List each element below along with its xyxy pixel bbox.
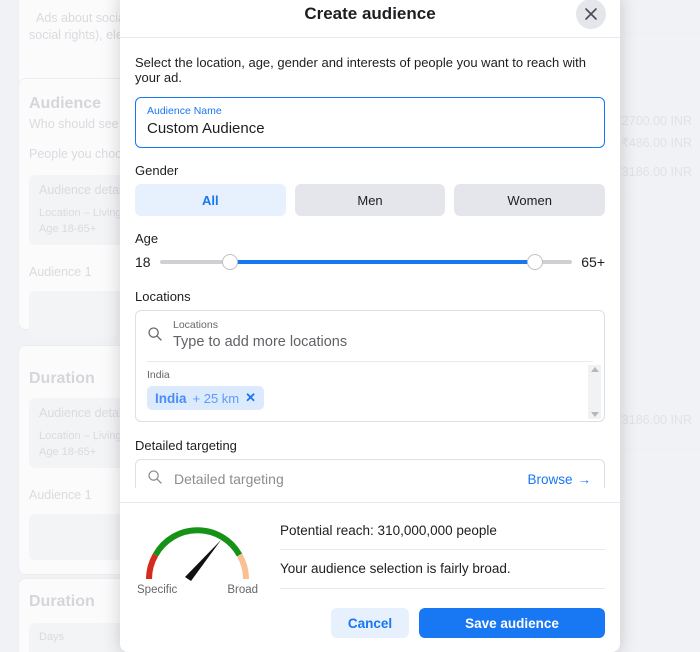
close-icon[interactable]	[576, 0, 606, 29]
gauge-scale-labels: Specific Broad	[135, 584, 260, 596]
bg-duration-details-age: Age 18-65+	[39, 446, 97, 458]
create-audience-dialog: Create audience Select the location, age…	[120, 0, 620, 652]
locations-section-label: Locations	[135, 289, 191, 304]
age-range-control: 18 65+	[135, 252, 605, 272]
slider-handle-max[interactable]	[527, 254, 544, 270]
cancel-button[interactable]: Cancel	[331, 608, 409, 638]
bg-duration-audience-name: Audience 1	[29, 488, 92, 502]
locations-chip-area: India India + 25 km ✕	[136, 362, 604, 421]
audience-name-field[interactable]: Audience Name Custom Audience	[135, 97, 605, 148]
audience-assessment-text: Your audience selection is fairly broad.	[280, 550, 605, 589]
bg-duration-details-location: Location – Living i	[39, 430, 128, 442]
location-chip-name: India	[155, 390, 187, 406]
scroll-down-icon[interactable]	[590, 412, 599, 417]
potential-reach-text: Potential reach: 310,000,000 people	[280, 523, 605, 550]
dialog-body: Select the location, age, gender and int…	[120, 38, 620, 488]
potential-reach-panel: Specific Broad Potential reach: 310,000,…	[120, 502, 620, 596]
locations-input-label: Locations	[173, 319, 218, 331]
page-title: Create audience	[304, 3, 436, 23]
bg-audience-details-age: Age 18-65+	[39, 223, 97, 235]
gauge-label-broad: Broad	[227, 584, 258, 596]
save-audience-button[interactable]: Save audience	[419, 608, 605, 638]
gender-option-women[interactable]: Women	[454, 184, 606, 216]
locations-search-row[interactable]: Locations Type to add more locations	[136, 311, 604, 361]
locations-box: Locations Type to add more locations Ind…	[135, 310, 605, 422]
gender-option-men[interactable]: Men	[294, 184, 446, 216]
locations-input[interactable]: Type to add more locations	[173, 332, 593, 352]
dialog-header: Create audience	[120, 0, 620, 38]
bg-duration-title-2: Duration	[29, 593, 95, 610]
gauge-icon	[146, 527, 249, 581]
age-min-label: 18	[135, 254, 151, 270]
age-max-label: 65+	[581, 254, 605, 270]
bg-ads-note-line1: Ads about social	[36, 11, 128, 25]
browse-button[interactable]: Browse →	[527, 472, 591, 487]
reach-info: Potential reach: 310,000,000 people Your…	[280, 517, 605, 596]
gender-option-all[interactable]: All	[135, 184, 286, 216]
reach-gauge: Specific Broad	[135, 517, 260, 596]
bg-audience-sub: Who should see y	[29, 117, 129, 131]
age-section-label: Age	[135, 231, 159, 246]
audience-name-label: Audience Name	[147, 105, 222, 117]
dialog-description: Select the location, age, gender and int…	[135, 55, 586, 85]
locations-group-label: India	[147, 369, 170, 381]
bg-audience-details-location: Location – Living i	[39, 207, 128, 219]
age-range-slider[interactable]	[159, 252, 573, 272]
detailed-targeting-box[interactable]: Detailed targeting Browse →	[135, 459, 605, 488]
bg-ads-note-line2: social rights), ele	[29, 28, 123, 42]
bg-audience-details-label: Audience detail	[39, 183, 125, 197]
location-chip-india[interactable]: India + 25 km ✕	[147, 386, 265, 410]
slider-handle-min[interactable]	[221, 254, 238, 270]
locations-scrollbar[interactable]	[588, 365, 601, 419]
dialog-footer: Cancel Save audience	[120, 596, 620, 652]
bg-duration-details-label: Audience detail	[39, 406, 125, 420]
browse-label: Browse	[527, 471, 573, 487]
detailed-targeting-section-label: Detailed targeting	[135, 438, 237, 453]
gender-options: All Men Women	[135, 184, 606, 216]
slider-fill	[229, 260, 536, 264]
bg-audience-name: Audience 1	[29, 265, 92, 279]
detailed-targeting-input[interactable]: Detailed targeting	[174, 471, 516, 487]
bg-duration-title: Duration	[29, 370, 95, 387]
bg-days-label: Days	[39, 631, 65, 643]
location-chip-radius: + 25 km	[192, 390, 240, 406]
gauge-label-specific: Specific	[137, 584, 178, 596]
search-icon	[147, 469, 163, 489]
search-icon	[147, 326, 163, 347]
scroll-up-icon[interactable]	[590, 367, 599, 372]
gender-section-label: Gender	[135, 163, 179, 178]
bg-audience-title: Audience	[29, 95, 102, 112]
location-chip-remove-icon[interactable]: ✕	[245, 390, 256, 406]
audience-name-value: Custom Audience	[147, 120, 265, 137]
bg-people-choose: People you choos	[29, 147, 129, 161]
arrow-right-icon: →	[577, 471, 592, 487]
locations-search-texts: Locations Type to add more locations	[173, 319, 593, 352]
